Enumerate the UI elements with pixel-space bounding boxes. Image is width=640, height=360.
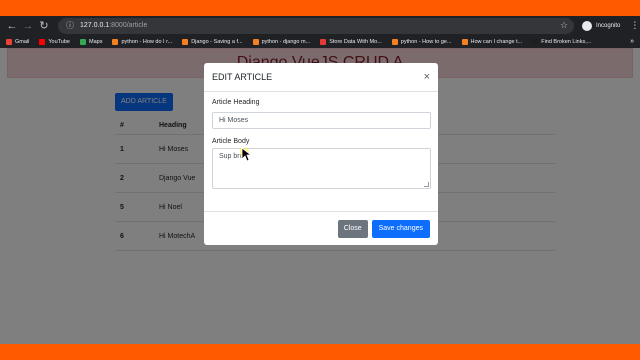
bookmark-favicon-icon [532, 38, 539, 45]
orange-frame-bottom [0, 344, 640, 360]
modal-title: EDIT ARTICLE [212, 72, 273, 82]
bookmark-item[interactable]: Store Data With Mo... [320, 38, 382, 45]
browser-toolbar: ← → ↻ ⓘ 127.0.0.1 :8000/article ☆ Incogn… [0, 16, 640, 35]
save-changes-button[interactable]: Save changes [371, 219, 430, 238]
bookmark-item[interactable]: Find Broken Links,... [532, 38, 591, 45]
bookmark-item[interactable]: python - How to ge... [391, 38, 452, 45]
modal-body: Article Heading Hi Moses Article Body Su… [204, 92, 438, 189]
bookmark-star-icon[interactable]: ☆ [560, 20, 568, 31]
bookmark-favicon-icon [320, 38, 327, 45]
back-arrow-icon[interactable]: ← [4, 18, 20, 34]
mouse-cursor-icon [240, 148, 252, 162]
url-host: 127.0.0.1 [80, 22, 110, 29]
bookmark-favicon-icon [391, 38, 398, 45]
article-heading-input[interactable]: Hi Moses [212, 112, 431, 129]
modal-footer: Close Save changes [204, 211, 438, 245]
bookmark-favicon-icon [461, 38, 468, 45]
bookmark-item[interactable]: Gmail [6, 38, 29, 45]
close-button[interactable]: Close [337, 219, 368, 238]
bookmark-item[interactable]: Maps [80, 38, 102, 45]
bookmark-favicon-icon [182, 38, 189, 45]
forward-arrow-icon[interactable]: → [20, 18, 36, 34]
reload-icon[interactable]: ↻ [36, 18, 52, 34]
bookmark-item[interactable]: YouTube [39, 38, 70, 45]
more-bookmarks-icon[interactable]: » [630, 38, 634, 45]
close-icon[interactable]: × [424, 71, 430, 83]
bookmark-item[interactable]: python - How do I r... [112, 38, 172, 45]
article-body-label: Article Body [212, 138, 250, 145]
incognito-label: Incognito [596, 22, 621, 29]
url-path: :8000/article [109, 22, 148, 29]
info-icon[interactable]: ⓘ [66, 20, 74, 31]
incognito-icon [582, 20, 592, 31]
resize-handle-icon[interactable] [424, 182, 429, 187]
bookmarks-bar: Gmail YouTube Maps python - How do I r..… [0, 35, 640, 48]
bookmark-favicon-icon [252, 38, 259, 45]
bookmark-item[interactable]: How can I change t... [461, 38, 522, 45]
browser-menu-icon[interactable]: ⋮ [630, 20, 639, 31]
bookmark-favicon-icon [39, 38, 46, 45]
bookmark-item[interactable]: python - django m... [252, 38, 310, 45]
address-bar[interactable]: ⓘ 127.0.0.1 :8000/article ☆ [58, 17, 574, 34]
orange-frame-top [0, 0, 640, 16]
article-heading-label: Article Heading [212, 99, 260, 106]
bookmark-favicon-icon [80, 38, 86, 45]
incognito-indicator[interactable]: Incognito [582, 20, 621, 31]
modal-header: EDIT ARTICLE × [204, 63, 438, 92]
bookmark-favicon-icon [6, 38, 12, 45]
bookmark-item[interactable]: Django - Saving a f... [182, 38, 243, 45]
bookmark-favicon-icon [112, 38, 119, 45]
